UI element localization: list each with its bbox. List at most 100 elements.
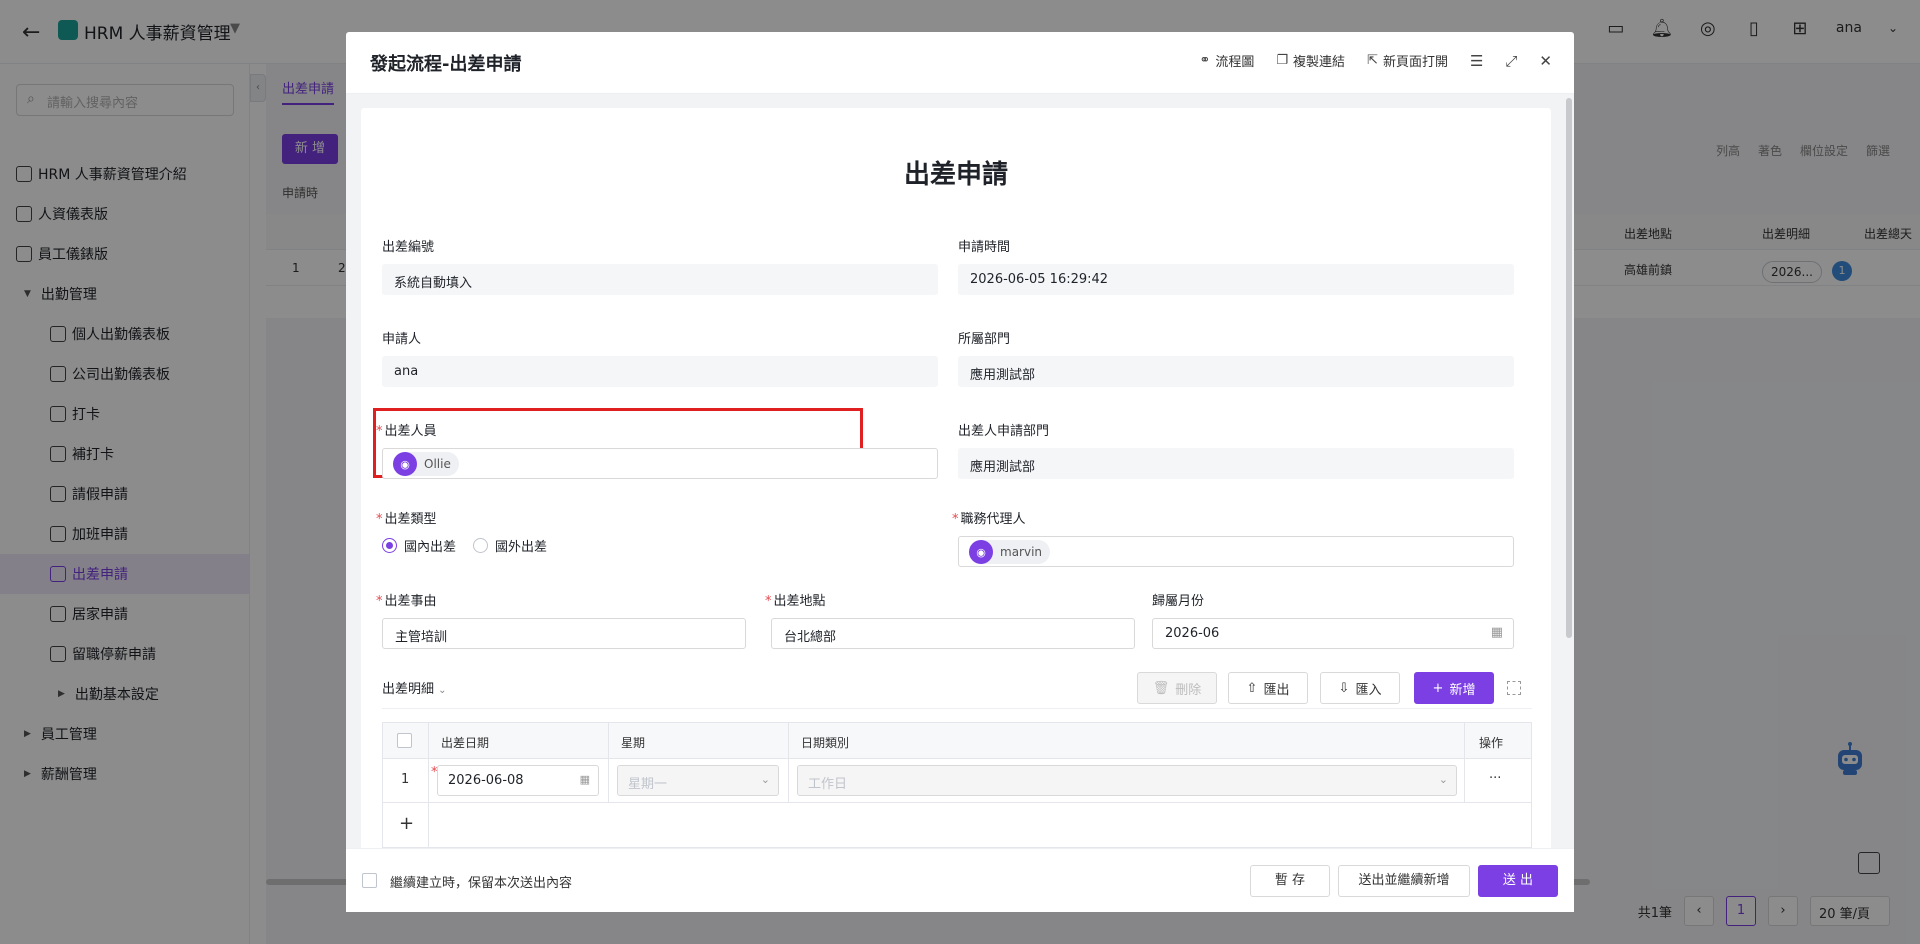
col-header-cell: 日期類別 xyxy=(789,723,1465,758)
fullscreen-icon[interactable]: ⤢ xyxy=(1505,52,1517,70)
delete-button[interactable]: 🗑︎ 刪除 xyxy=(1137,672,1217,704)
ops-cell: ··· xyxy=(1465,759,1531,802)
select-all-checkbox[interactable] xyxy=(397,733,412,748)
user-tag[interactable]: ◉ marvin xyxy=(969,540,1051,564)
flowchart-label: 流程圖 xyxy=(1215,55,1255,70)
col-header-day-type: 日期類別 xyxy=(801,736,850,750)
add-row-plus-icon[interactable]: + xyxy=(399,813,414,834)
apply-time-label: 申請時間 xyxy=(958,240,1011,255)
avatar-icon: ◉ xyxy=(969,540,993,564)
agent-field[interactable]: ◉ marvin xyxy=(958,536,1514,567)
modal-header: 發起流程-出差申請 ⚭ 流程圖 ❐ 複製連結 ⇱ 新頁面打開 ☰ ⤢ ✕ xyxy=(346,32,1574,94)
user-tag-name: marvin xyxy=(1000,545,1043,559)
reason-textarea[interactable]: 主管培訓 xyxy=(382,618,746,649)
date-value: 2026-06-08 xyxy=(448,773,524,788)
download-icon: ⇩ xyxy=(1338,680,1350,696)
applicant-label: 申請人 xyxy=(382,332,422,347)
reason-label: * 出差事由 xyxy=(376,590,437,609)
col-header-date: 出差日期 xyxy=(441,736,490,750)
traveler-field[interactable]: ◉ Ollie xyxy=(382,448,938,479)
start-process-modal: 發起流程-出差申請 ⚭ 流程圖 ❐ 複製連結 ⇱ 新頁面打開 ☰ ⤢ ✕ 出差申請 出… xyxy=(346,32,1574,912)
detail-table-header: 出差日期 星期 日期類別 操作 xyxy=(383,723,1531,759)
chevron-down-icon: ⌄ xyxy=(1438,773,1448,786)
export-button[interactable]: ⇧ 匯出 xyxy=(1228,672,1308,704)
select-all-cell xyxy=(383,723,429,758)
traveler-label-text: 出差人員 xyxy=(384,424,437,439)
dept-field: 應用測試部 xyxy=(958,356,1514,387)
add-row-button[interactable]: + 新增 xyxy=(1414,672,1494,704)
agent-label-text: 職務代理人 xyxy=(960,512,1026,527)
more-options-icon[interactable]: ··· xyxy=(1489,771,1501,786)
detail-section-title[interactable]: 出差明細 ⌄ xyxy=(382,678,447,697)
submit-button[interactable]: 送 出 xyxy=(1478,865,1558,897)
plus-icon: + xyxy=(1432,680,1444,696)
trip-no-label: 出差編號 xyxy=(382,240,435,255)
import-button[interactable]: ⇩ 匯入 xyxy=(1320,672,1400,704)
required-mark: * xyxy=(376,424,383,439)
month-label: 歸屬月份 xyxy=(1152,594,1205,609)
location-label-text: 出差地點 xyxy=(773,594,826,609)
form-card: 出差申請 出差編號 系統自動填入 申請時間 2026-06-05 16:29:4… xyxy=(361,108,1551,848)
required-mark: * xyxy=(376,512,383,527)
add-row-cell: + xyxy=(383,803,429,847)
sidepanel-icon[interactable]: ☰ xyxy=(1470,52,1483,70)
weekday-select: 星期一 ⌄ xyxy=(617,765,779,796)
copy-link-button[interactable]: ❐ 複製連結 xyxy=(1276,51,1345,70)
radio-checked-icon xyxy=(382,538,397,553)
keep-content-label: 繼續建立時，保留本次送出內容 xyxy=(390,876,573,891)
modal-footer: 繼續建立時，保留本次送出內容 暫 存 送出並繼續新增 送 出 xyxy=(346,848,1574,912)
vertical-scrollbar[interactable] xyxy=(1566,98,1572,638)
chevron-down-icon: ⌄ xyxy=(438,685,447,696)
weekday-value: 星期一 xyxy=(628,777,668,792)
save-draft-button[interactable]: 暫 存 xyxy=(1250,865,1330,897)
close-icon[interactable]: ✕ xyxy=(1539,52,1552,70)
day-type-value: 工作日 xyxy=(808,777,848,792)
row-index: 1 xyxy=(401,772,410,787)
flowchart-icon: ⚭ xyxy=(1199,53,1211,68)
col-header-weekday: 星期 xyxy=(621,736,646,750)
weekday-cell: 星期一 ⌄ xyxy=(609,759,789,802)
date-picker[interactable]: 2026-06-08 ▦ xyxy=(437,765,599,796)
row-index-cell: 1 xyxy=(383,759,429,802)
add-row: + xyxy=(383,803,1531,847)
month-picker[interactable]: 2026-06 ▦ xyxy=(1152,618,1514,649)
submit-continue-button[interactable]: 送出並繼續新增 xyxy=(1338,865,1470,897)
flowchart-button[interactable]: ⚭ 流程圖 xyxy=(1199,51,1254,70)
expand-icon[interactable] xyxy=(1507,681,1521,695)
radio-unchecked-icon xyxy=(473,538,488,553)
trip-type-label: * 出差類型 xyxy=(376,508,437,527)
traveler-dept-label: 出差人申請部門 xyxy=(958,424,1050,439)
table-row: 1 * 2026-06-08 ▦ 星期一 ⌄ 工作日 ⌄ ··· xyxy=(383,759,1531,803)
user-tag[interactable]: ◉ Ollie xyxy=(393,452,459,476)
calendar-icon: ▦ xyxy=(579,773,590,786)
date-cell: * 2026-06-08 ▦ xyxy=(429,759,609,802)
location-textarea[interactable]: 台北總部 xyxy=(771,618,1135,649)
section-divider xyxy=(382,708,1532,709)
detail-title-text: 出差明細 xyxy=(382,682,435,697)
add-label: 新增 xyxy=(1449,682,1476,698)
trip-no-field: 系統自動填入 xyxy=(382,264,938,295)
col-header-ops: 操作 xyxy=(1479,736,1504,750)
open-new-page-label: 新頁面打開 xyxy=(1382,55,1448,70)
radio-overseas[interactable]: 國外出差 xyxy=(473,536,547,555)
copy-link-label: 複製連結 xyxy=(1293,55,1346,70)
required-mark: * xyxy=(376,594,383,609)
trip-type-label-text: 出差類型 xyxy=(384,512,437,527)
modal-actions: ⚭ 流程圖 ❐ 複製連結 ⇱ 新頁面打開 ☰ ⤢ ✕ xyxy=(1199,51,1552,71)
radio-label: 國內出差 xyxy=(404,540,457,555)
import-label: 匯入 xyxy=(1355,682,1382,698)
user-tag-name: Ollie xyxy=(424,457,451,471)
export-label: 匯出 xyxy=(1263,682,1290,698)
required-mark: * xyxy=(952,512,959,527)
keep-content-checkbox[interactable] xyxy=(362,873,377,888)
calendar-icon: ▦ xyxy=(1490,625,1503,640)
detail-table: 出差日期 星期 日期類別 操作 1 * 2026-06-08 ▦ 星期一 ⌄ 工作 xyxy=(382,722,1532,848)
avatar-icon: ◉ xyxy=(393,452,417,476)
open-new-page-button[interactable]: ⇱ 新頁面打開 xyxy=(1367,51,1448,70)
radio-domestic[interactable]: 國內出差 xyxy=(382,536,456,555)
trash-icon: 🗑︎ xyxy=(1152,680,1170,696)
chevron-down-icon: ⌄ xyxy=(760,773,770,786)
col-header-cell: 星期 xyxy=(609,723,789,758)
modal-title: 發起流程-出差申請 xyxy=(370,54,522,75)
dept-label: 所屬部門 xyxy=(958,332,1011,347)
